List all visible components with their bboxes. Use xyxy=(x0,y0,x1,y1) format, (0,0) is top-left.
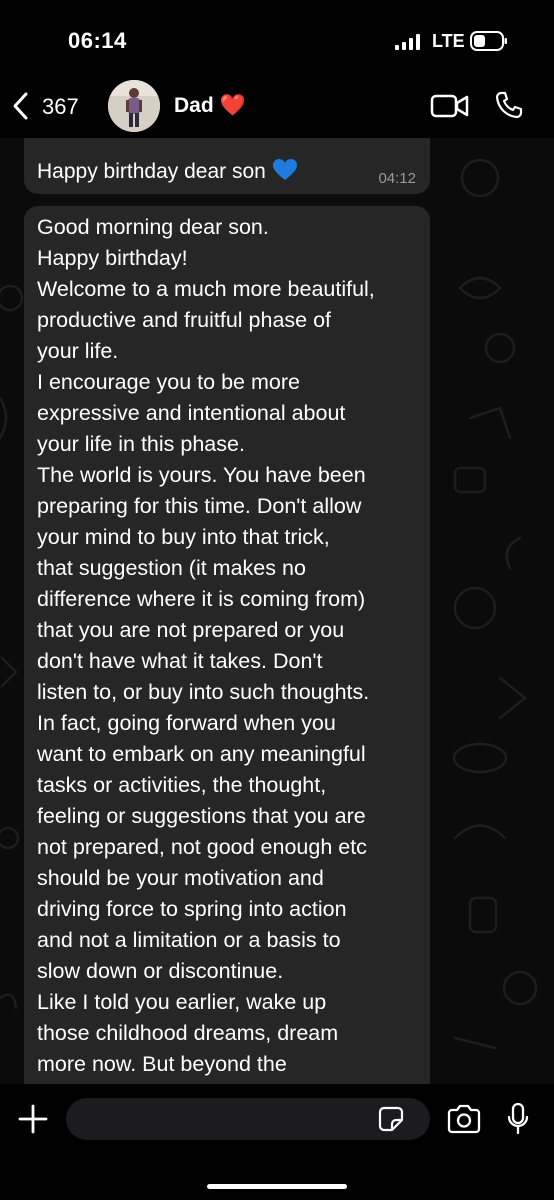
contact-name[interactable]: Dad ❤️ xyxy=(174,94,246,118)
message-text: Happy birthday dear son xyxy=(37,158,298,184)
message-line: slow down or discontinue. xyxy=(37,959,284,983)
message-line: Happy birthday! xyxy=(37,246,188,270)
message-line: The world is yours. You have been xyxy=(37,463,366,487)
message-line: tasks or activities, the thought, xyxy=(37,773,327,797)
back-chevron-icon[interactable] xyxy=(10,91,32,121)
message-line: productive and fruitful phase of xyxy=(37,308,332,332)
message-line: Good morning dear son. xyxy=(37,215,269,239)
message-line: expressive and intentional about xyxy=(37,401,346,425)
network-label: LTE xyxy=(432,31,465,51)
message-line: your mind to buy into that trick, xyxy=(37,525,330,549)
message-line: more now. But beyond the xyxy=(37,1052,287,1076)
message-line: In fact, going forward when you xyxy=(37,711,336,735)
message-line: difference where it is coming from) xyxy=(37,587,366,611)
message-line: Welcome to a much more beautiful, xyxy=(37,277,375,301)
microphone-icon[interactable] xyxy=(506,1102,530,1136)
status-bar: 06:14 LTE xyxy=(0,0,554,84)
camera-icon[interactable] xyxy=(446,1104,482,1134)
message-line: I encourage you to be more xyxy=(37,370,300,394)
chat-area[interactable]: Happy birthday dear son 04:12 Good morni… xyxy=(0,138,554,1084)
message-line: feeling or suggestions that you are xyxy=(37,804,366,828)
message-line: that suggestion (it makes no xyxy=(37,556,306,580)
message-line: don't have what it takes. Don't xyxy=(37,649,323,673)
avatar[interactable] xyxy=(108,80,160,132)
message-line: your life. xyxy=(37,339,119,363)
message-line: those childhood dreams, dream xyxy=(37,1021,339,1045)
message-line: want to embark on any meaningful xyxy=(37,742,366,766)
message-bubble[interactable]: Good morning dear son. Happy birthday! Wel… xyxy=(24,206,430,1084)
sticker-icon[interactable] xyxy=(378,1106,404,1132)
message-line: your life in this phase. xyxy=(37,432,245,456)
message-line: preparing for this time. Don't allow xyxy=(37,494,362,518)
status-time: 06:14 xyxy=(68,28,127,53)
message-input[interactable] xyxy=(66,1098,430,1140)
composer-bar xyxy=(0,1084,554,1200)
chat-header: 367 Dad ❤️ xyxy=(0,76,554,138)
battery-icon xyxy=(470,31,507,51)
message-line: Like I told you earlier, wake up xyxy=(37,990,327,1014)
message-time: 04:12 xyxy=(378,170,416,187)
blue-heart-icon xyxy=(272,159,297,180)
plus-icon[interactable] xyxy=(18,1104,48,1134)
signal-icon xyxy=(395,34,420,50)
message-bubble[interactable]: Happy birthday dear son 04:12 xyxy=(24,138,430,194)
contact-photo xyxy=(108,80,160,132)
message-line: and not a limitation or a basis to xyxy=(37,928,341,952)
phone-call-icon[interactable] xyxy=(494,90,524,120)
home-indicator xyxy=(207,1184,347,1189)
unread-count[interactable]: 367 xyxy=(42,94,79,120)
message-text: Good morning dear son. Happy birthday! Wel… xyxy=(37,212,375,1080)
message-line: that you are not prepared or you xyxy=(37,618,345,642)
message-line: listen to, or buy into such thoughts. xyxy=(37,680,370,704)
video-call-icon[interactable] xyxy=(430,92,470,120)
message-line: not prepared, not good enough etc xyxy=(37,835,367,859)
message-line: driving force to spring into action xyxy=(37,897,347,921)
message-line: should be your motivation and xyxy=(37,866,324,890)
